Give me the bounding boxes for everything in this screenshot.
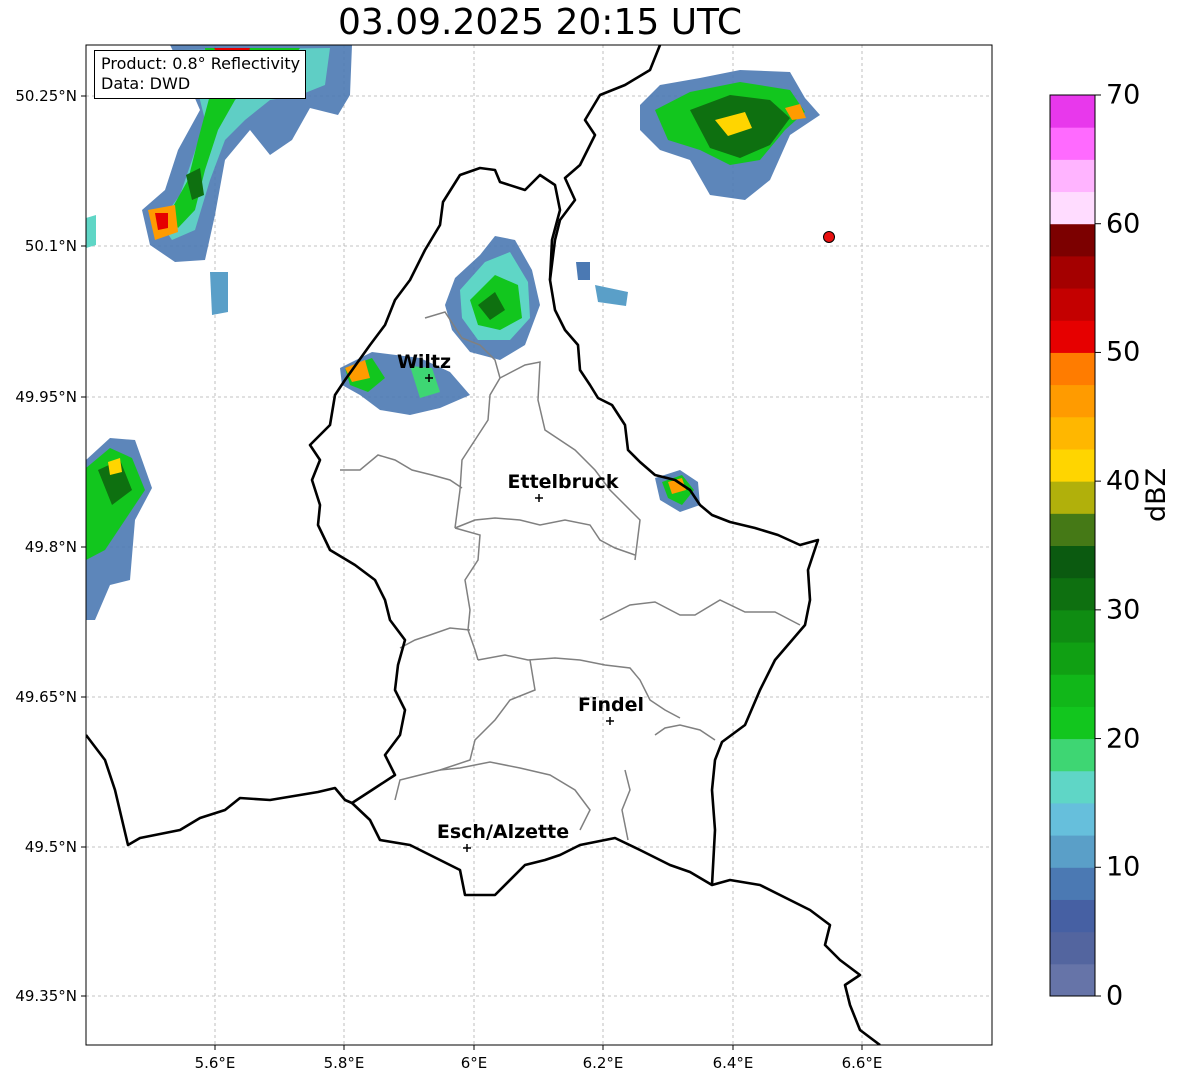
colorbar-band: [1050, 674, 1095, 707]
colorbar-band: [1050, 416, 1095, 450]
city-label-findel: Findel: [578, 694, 644, 716]
colorbar-band: [1050, 95, 1095, 128]
colorbar-band: [1050, 770, 1095, 804]
city-label-wiltz: Wiltz: [397, 351, 451, 373]
echo-cell-north-central: [445, 236, 540, 360]
lat-label: 49.65°N: [15, 688, 77, 706]
echo-cell-northeast: [576, 70, 820, 306]
colorbar-band: [1050, 352, 1095, 386]
product-info-box: Product: 0.8° Reflectivity Data: DWD: [94, 50, 307, 99]
colorbar-tick-label: 0: [1106, 980, 1124, 1012]
colorbar-band: [1050, 577, 1095, 611]
colorbar-band: [1050, 802, 1095, 836]
lat-label: 49.95°N: [15, 388, 77, 406]
product-label: Product: 0.8° Reflectivity: [101, 54, 301, 73]
colorbar-band: [1050, 642, 1095, 675]
lat-label: 49.35°N: [15, 987, 77, 1005]
france-border: [86, 734, 353, 847]
colorbar-tick-label: 50: [1106, 336, 1141, 368]
lat-label: 49.8°N: [25, 538, 77, 556]
colorbar-tick-marks: [1095, 94, 1101, 997]
luxembourg-border: [308, 166, 820, 897]
colorbar-band: [1050, 384, 1095, 418]
colorbar-band: [1050, 835, 1095, 868]
city-label-esch-alzette: Esch/Alzette: [437, 821, 569, 843]
colorbar-band: [1050, 191, 1095, 225]
colorbar-band: [1050, 963, 1095, 997]
colorbar-tick-label: 10: [1106, 851, 1141, 883]
city-ettelbruck: Ettelbruck: [508, 471, 619, 502]
colorbar-band: [1050, 931, 1095, 965]
radar-echoes: [86, 45, 820, 620]
colorbar-band: [1050, 513, 1095, 546]
colorbar-band: [1050, 288, 1095, 321]
city-findel: Findel: [578, 694, 644, 725]
colorbar-band: [1050, 706, 1095, 740]
colorbar-band: [1050, 255, 1095, 289]
city-markers: Wiltz Ettelbruck Findel Esch/Alzette: [397, 351, 644, 852]
colorbar-band: [1050, 867, 1095, 900]
grid-lines: [86, 45, 992, 1045]
germany-border-south: [711, 878, 881, 1045]
colorbar-band: [1050, 448, 1095, 482]
latitude-labels: 50.25°N 50.1°N 49.95°N 49.8°N 49.65°N 49…: [15, 87, 77, 1005]
colorbar-label: dBZ: [1141, 467, 1172, 522]
longitude-labels: 5.6°E 5.8°E 6°E 6.2°E 6.4°E 6.6°E: [195, 1054, 883, 1072]
lon-label: 6.4°E: [713, 1054, 754, 1072]
lat-label: 50.1°N: [25, 237, 77, 255]
radar-map: Wiltz Ettelbruck Findel Esch/Alzette 5.6…: [15, 44, 1101, 1072]
city-label-ettelbruck: Ettelbruck: [508, 471, 619, 493]
colorbar-tick-label: 20: [1106, 723, 1141, 755]
colorbar-tick-label: 70: [1106, 79, 1141, 111]
lon-label: 5.6°E: [195, 1054, 236, 1072]
data-source-label: Data: DWD: [101, 74, 191, 93]
colorbar-band: [1050, 320, 1095, 353]
lon-label: 6.2°E: [583, 1054, 624, 1072]
lon-label: 6°E: [461, 1054, 488, 1072]
colorbar-band: [1050, 223, 1095, 257]
germany-border: [548, 45, 662, 281]
lat-label: 49.5°N: [25, 838, 77, 856]
colorbar-band: [1050, 545, 1095, 579]
colorbar-band: [1050, 127, 1095, 160]
colorbar-tick-label: 30: [1106, 594, 1141, 626]
colorbar-band: [1050, 481, 1095, 514]
colorbar-band: [1050, 899, 1095, 933]
colorbar-band: [1050, 609, 1095, 643]
location-marker: [823, 231, 835, 243]
colorbar-band: [1050, 159, 1095, 193]
colorbar-band: [1050, 738, 1095, 772]
lat-label: 50.25°N: [15, 87, 77, 105]
lon-label: 6.6°E: [842, 1054, 883, 1072]
plot-frame: [85, 44, 993, 1046]
colorbar: [1050, 95, 1095, 997]
echo-cell-west: [86, 438, 152, 620]
colorbar-tick-label: 60: [1106, 208, 1141, 240]
lon-label: 5.8°E: [324, 1054, 365, 1072]
colorbar-tick-label: 40: [1106, 465, 1141, 497]
